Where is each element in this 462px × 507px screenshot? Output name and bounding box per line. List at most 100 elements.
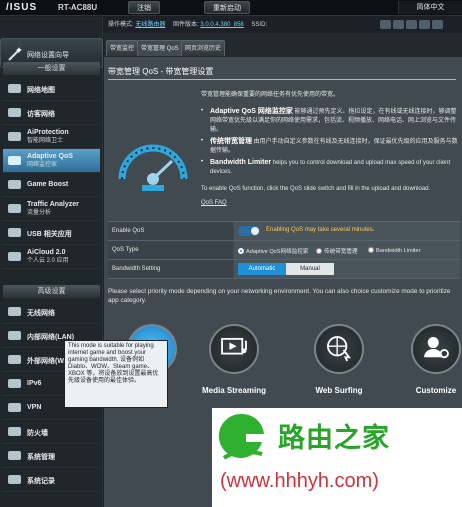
- enable-qos-toggle[interactable]: [238, 226, 260, 236]
- usb-status-icon[interactable]: [406, 20, 417, 29]
- sidebar-item-network-map[interactable]: 网络地图: [3, 77, 100, 101]
- bandwidth-setting-label: Bandwidth Setting: [108, 260, 233, 278]
- enable-qos-note: Enabling QoS may take several minutes.: [266, 227, 375, 233]
- aicloud-icon: [7, 250, 22, 263]
- sidebar-item-usb[interactable]: USB 相关应用: [3, 221, 100, 245]
- radio-bandwidth-limiter[interactable]: Bandwidth Limiter: [368, 247, 420, 254]
- mode-web-surfing[interactable]: Web Surfing: [299, 316, 379, 396]
- brand-logo: /ISUS: [6, 2, 38, 13]
- sidebar: 网络设置向导 一般设置 网络地图 访客网络 AiProtection 智能网络卫士 Ad…: [0, 17, 103, 507]
- watermark: 路由之家 (www.hhhyh.com): [212, 408, 462, 507]
- tab-bandwidth-monitor[interactable]: 带宽监控: [106, 40, 139, 56]
- qos-gauge-icon: [118, 144, 188, 191]
- advanced-section-header: 高级设置: [3, 285, 100, 298]
- app-icon[interactable]: [380, 20, 391, 29]
- bandwidth-setting-row: Bandwidth Setting Automatic Manual: [108, 260, 460, 279]
- tab-qos[interactable]: 带宽管理 QoS: [137, 40, 183, 56]
- sidebar-item-label: IPv6: [27, 380, 42, 387]
- sidebar-item-label: 系统记录: [27, 478, 55, 485]
- sidebar-item-sublabel: 智能网络卫士: [27, 138, 64, 144]
- sidebar-item-label: VPN: [27, 404, 42, 411]
- sidebar-item-label: AiCloud 2.0: [27, 249, 66, 256]
- firewall-icon: [7, 425, 22, 438]
- qos-type-row: QoS Type Adaptive QoS网络监控家 传统带宽管理 Bandwi…: [108, 241, 460, 260]
- sidebar-item-label: Adaptive QoS: [27, 153, 73, 160]
- mode-customize[interactable]: Customize: [396, 316, 462, 396]
- mode-media-streaming-label: Media Streaming: [201, 386, 266, 395]
- sidebar-item-label: USB 相关应用: [27, 231, 72, 238]
- sidebar-item-sublabel: 流量分析: [27, 210, 52, 216]
- aiprotection-icon: [7, 130, 22, 143]
- reboot-button[interactable]: 重新启动: [204, 1, 250, 14]
- sidebar-item-firewall[interactable]: 防火墙: [3, 420, 100, 444]
- radio-adaptive-qos[interactable]: Adaptive QoS网络监控家: [238, 247, 309, 255]
- logout-button[interactable]: 注销: [128, 1, 160, 14]
- magic-wand-icon: [8, 47, 22, 61]
- bandwidth-automatic-button[interactable]: Automatic: [238, 263, 286, 275]
- network-map-icon: [7, 82, 22, 95]
- qos-type-label: QoS Type: [108, 241, 233, 259]
- sidebar-item-sublabel: 个人云 2.0 应用: [27, 258, 69, 264]
- mode-label: 操作模式:: [108, 22, 134, 28]
- tab-web-history[interactable]: 网页浏览历史: [181, 40, 226, 56]
- sidebar-item-guest-network[interactable]: 访客网络: [3, 101, 100, 125]
- traffic-analyzer-icon: [7, 202, 22, 215]
- qos-faq-link[interactable]: QoS FAQ: [201, 200, 227, 206]
- mode-media-streaming[interactable]: Media Streaming: [194, 316, 274, 396]
- radio-traditional-qos[interactable]: 传统带宽管理: [316, 247, 358, 255]
- sidebar-item-admin[interactable]: 系统管理: [3, 444, 100, 468]
- sidebar-item-label: 系统管理: [27, 454, 55, 461]
- guest-network-icon: [7, 106, 22, 119]
- media-streaming-icon: [221, 337, 247, 355]
- sidebar-item-label: Game Boost: [27, 181, 69, 188]
- feature-adaptive-qos: Adaptive QoS 网络监控家 能够通过预先定义、拖拉设定，在有线或无线连…: [201, 107, 459, 135]
- settings-table: Enable QoS Enabling QoS may take several…: [108, 221, 460, 279]
- sidebar-item-game-boost[interactable]: Game Boost: [3, 173, 100, 197]
- sidebar-item-sublabel: 网络监控家: [27, 162, 58, 168]
- enable-qos-row: Enable QoS Enabling QoS may take several…: [108, 222, 460, 241]
- sidebar-item-label: 访客网络: [27, 111, 55, 118]
- internet-status-icon[interactable]: [419, 20, 430, 29]
- language-select[interactable]: 简体中文: [398, 1, 462, 14]
- title-divider: [108, 79, 456, 80]
- sidebar-item-label: 防火墙: [27, 430, 48, 437]
- firmware-value-link[interactable]: 3.0.0.4.380_858: [200, 22, 243, 28]
- adaptive-qos-icon: [7, 154, 22, 167]
- admin-icon: [7, 449, 22, 462]
- general-nav: 网络地图访客网络 AiProtection 智能网络卫士 Adaptive QoS 网络…: [3, 77, 100, 269]
- lan-icon: [7, 329, 22, 342]
- sidebar-item-traffic-analyzer[interactable]: Traffic Analyzer 流量分析: [3, 197, 100, 221]
- ssid-label: SSID:: [251, 22, 268, 28]
- feature-list: Adaptive QoS 网络监控家 能够通过预先定义、拖拉设定，在有线或无线连…: [201, 107, 459, 179]
- ipv6-icon: [7, 377, 22, 390]
- firmware-label: 固件版本:: [173, 22, 199, 28]
- watermark-logo-icon: [218, 413, 264, 460]
- bandwidth-manual-button[interactable]: Manual: [286, 263, 334, 275]
- sidebar-item-aicloud[interactable]: AiCloud 2.0 个人云 2.0 应用: [3, 245, 100, 269]
- watermark-url: (www.hhhyh.com): [220, 470, 379, 492]
- sidebar-item-label: 无线网络: [27, 310, 55, 317]
- web-surfing-icon: [327, 336, 351, 362]
- sidebar-item-aiprotection[interactable]: AiProtection 智能网络卫士: [3, 125, 100, 149]
- sidebar-item-log[interactable]: 系统记录: [3, 468, 100, 492]
- quick-setup-label: 网络设置向导: [27, 52, 69, 59]
- sidebar-item-label: Traffic Analyzer: [27, 201, 79, 208]
- mode-customize-label: Customize: [415, 386, 457, 395]
- feature-traditional-qos: 传统带宽管理 由用户手动自定义参数在有线及无线连接时，保证最优先级的应用及服务与…: [201, 137, 459, 156]
- sidebar-item-adaptive-qos[interactable]: Adaptive QoS 网络监控家: [3, 149, 100, 173]
- sidebar-item-label: 网络地图: [27, 87, 55, 94]
- sidebar-item-wireless[interactable]: 无线网络: [3, 300, 100, 324]
- top-bar: /ISUS RT-AC88U 注销 重新启动 简体中文: [0, 0, 462, 16]
- game-boost-icon: [7, 178, 22, 191]
- enable-qos-label: Enable QoS: [108, 222, 233, 240]
- wifi-status-icon[interactable]: [393, 20, 404, 29]
- mode-value-link[interactable]: 无线路由器: [135, 22, 165, 28]
- guest-status-icon[interactable]: [432, 20, 443, 29]
- wan-icon: [7, 353, 22, 366]
- mode-web-surfing-label: Web Surfing: [315, 386, 363, 395]
- feature-bandwidth-limiter: Bandwidth Limiter helps you to control d…: [201, 158, 459, 177]
- status-icons: [378, 20, 458, 30]
- sidebar-item-label: AiProtection: [27, 129, 69, 136]
- usb-icon: [7, 226, 22, 239]
- log-icon: [7, 473, 22, 486]
